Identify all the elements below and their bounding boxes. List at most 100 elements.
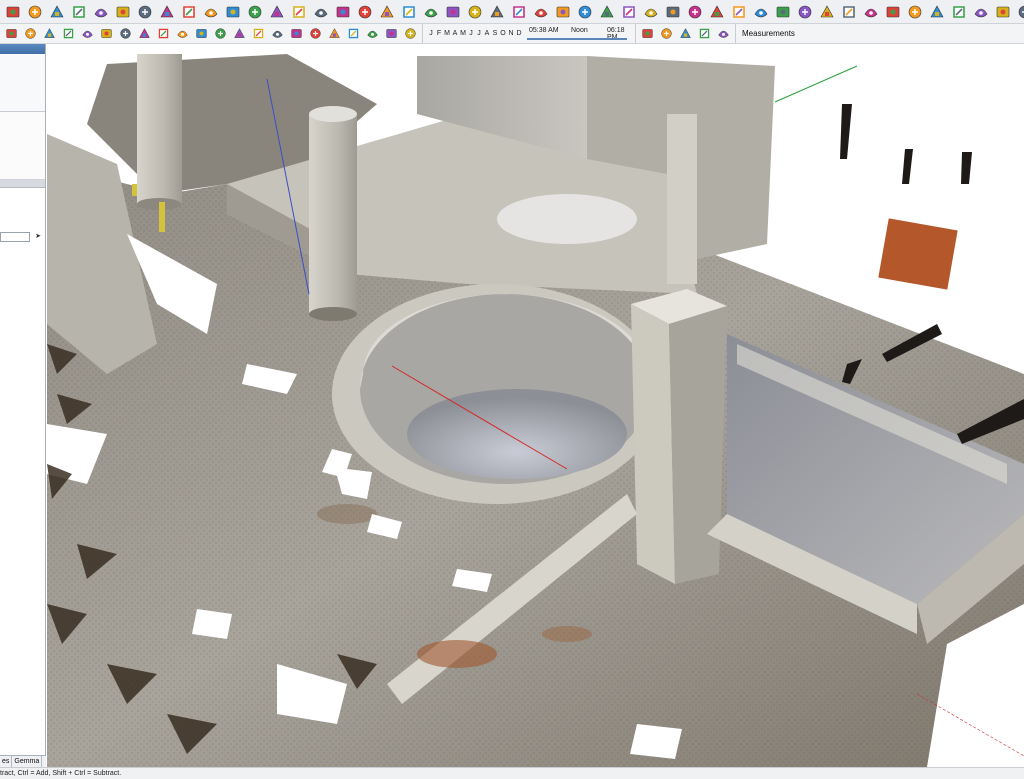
month-6[interactable]: J (475, 30, 483, 37)
axes-icon[interactable] (79, 25, 96, 42)
plane-icon[interactable] (553, 2, 573, 22)
rainbow-icon[interactable] (223, 2, 243, 22)
grid-icon[interactable] (773, 2, 793, 22)
diamond-icon[interactable] (575, 2, 595, 22)
push-pull-icon[interactable] (47, 2, 67, 22)
hexagon-icon[interactable] (685, 2, 705, 22)
model-viewport[interactable] (47, 44, 1024, 767)
rotate-icon[interactable] (250, 25, 267, 42)
globe-icon[interactable] (641, 2, 661, 22)
arrow-tool-icon[interactable] (443, 2, 463, 22)
month-4[interactable]: M (459, 30, 467, 37)
front-view-icon[interactable] (307, 25, 324, 42)
fold-icon[interactable] (509, 2, 529, 22)
measurements-box[interactable]: Measurements (736, 24, 801, 43)
fog-icon[interactable] (658, 25, 675, 42)
month-10[interactable]: N (507, 30, 515, 37)
home-icon[interactable] (326, 25, 343, 42)
cube-blue-icon[interactable] (696, 25, 713, 42)
plugin-a-icon[interactable] (311, 2, 331, 22)
zoom-extents-icon[interactable] (155, 25, 172, 42)
left-view-icon[interactable] (364, 25, 381, 42)
tray-tab-0[interactable]: es (0, 756, 13, 767)
month-7[interactable]: A (483, 30, 491, 37)
sun-icon[interactable] (729, 2, 749, 22)
wire-icon[interactable] (402, 25, 419, 42)
bulb-icon[interactable] (817, 2, 837, 22)
tray-tab-1[interactable]: Gemma (12, 756, 43, 767)
dimension-icon[interactable] (22, 25, 39, 42)
shadow-toggle-icon[interactable] (639, 25, 656, 42)
month-9[interactable]: O (499, 30, 507, 37)
move-icon[interactable] (231, 25, 248, 42)
box-icon[interactable] (531, 2, 551, 22)
edit-texture-icon[interactable] (267, 2, 287, 22)
point-cloud-scene[interactable] (47, 44, 1024, 767)
month-1[interactable]: F (435, 30, 443, 37)
tray-go-icon[interactable]: ➤ (33, 232, 43, 242)
person-icon[interactable] (715, 25, 732, 42)
axis-green (774, 65, 858, 103)
style-icon[interactable] (289, 2, 309, 22)
swirl-icon[interactable] (663, 2, 683, 22)
cloud-share-icon[interactable] (113, 2, 133, 22)
month-2[interactable]: M (443, 30, 451, 37)
undo-icon[interactable] (174, 25, 191, 42)
compass-icon[interactable] (597, 2, 617, 22)
redo-icon[interactable] (193, 25, 210, 42)
plugin-d-icon[interactable] (377, 2, 397, 22)
extension-icon[interactable] (157, 2, 177, 22)
text-icon[interactable] (60, 25, 77, 42)
erase-curve-icon[interactable] (1015, 2, 1024, 22)
snowflake-icon[interactable] (421, 2, 441, 22)
month-5[interactable]: J (467, 30, 475, 37)
tray-subheader[interactable] (0, 180, 45, 188)
star-icon[interactable] (619, 2, 639, 22)
plugin-b-icon[interactable] (333, 2, 353, 22)
colorize-icon[interactable] (179, 2, 199, 22)
time-slider-rail[interactable] (527, 38, 627, 40)
cube-icon[interactable] (677, 25, 694, 42)
paint-bucket-icon[interactable] (201, 2, 221, 22)
orient-icon[interactable] (465, 2, 485, 22)
plus-icon[interactable] (707, 2, 727, 22)
layers-icon[interactable] (751, 2, 771, 22)
page-icon[interactable] (795, 2, 815, 22)
month-8[interactable]: S (491, 30, 499, 37)
month-3[interactable]: A (451, 30, 459, 37)
top-view-icon[interactable] (288, 25, 305, 42)
film-icon[interactable] (883, 2, 903, 22)
pencil-icon[interactable] (3, 25, 20, 42)
settings-icon[interactable] (971, 2, 991, 22)
texture-icon[interactable] (245, 2, 265, 22)
follow-me-icon[interactable] (98, 25, 115, 42)
record-icon[interactable] (861, 2, 881, 22)
rotate-icon[interactable] (993, 2, 1013, 22)
iso-view-icon[interactable] (269, 25, 286, 42)
month-0[interactable]: J (427, 30, 435, 37)
tray-title-bar[interactable] (0, 44, 45, 54)
warehouse-icon[interactable] (135, 2, 155, 22)
folder-icon[interactable] (487, 2, 507, 22)
time-slider[interactable]: 05:38 AM Noon 06:18 PM (527, 24, 627, 43)
gear-icon[interactable] (839, 2, 859, 22)
light-glare (497, 194, 637, 244)
xray-icon[interactable] (383, 25, 400, 42)
select-icon[interactable] (3, 2, 23, 22)
play-icon[interactable] (905, 2, 925, 22)
cloud-icon[interactable] (91, 2, 111, 22)
tray-entity-info (0, 54, 45, 112)
tray-input[interactable] (0, 232, 30, 242)
plugin-c-icon[interactable] (355, 2, 375, 22)
scatter-icon[interactable] (399, 2, 419, 22)
offset-icon[interactable] (212, 25, 229, 42)
tape-icon[interactable] (41, 25, 58, 42)
pan-icon[interactable] (117, 25, 134, 42)
orbit-icon[interactable] (136, 25, 153, 42)
eraser-icon[interactable] (69, 2, 89, 22)
month-11[interactable]: D (515, 30, 523, 37)
back-view-icon[interactable] (345, 25, 362, 42)
pencil-icon[interactable] (927, 2, 947, 22)
scale-icon[interactable] (949, 2, 969, 22)
rectangle-icon[interactable] (25, 2, 45, 22)
